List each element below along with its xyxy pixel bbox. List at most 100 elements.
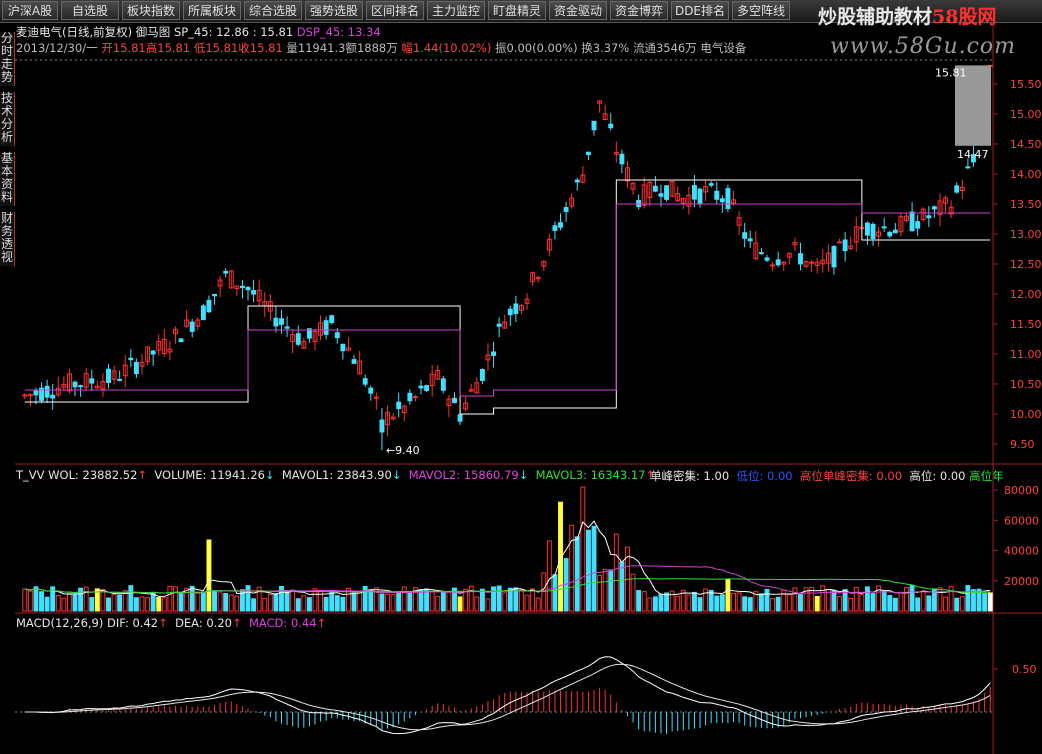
- side-tab-0[interactable]: 分时走势: [0, 32, 15, 86]
- candle-body: [574, 179, 580, 183]
- vol-single-peak: 单峰密集: 1.00: [650, 469, 730, 483]
- volume-bar: [569, 524, 575, 612]
- candle-body: [625, 167, 630, 182]
- volume-bar: [775, 596, 781, 612]
- toolbar-button-0[interactable]: 沪深A股: [2, 1, 58, 20]
- volume-bar: [223, 593, 229, 612]
- toolbar-button-10[interactable]: 资金博弈: [610, 1, 668, 20]
- volume-bar: [853, 587, 859, 612]
- candle-body: [234, 285, 240, 290]
- volume-bar: [513, 587, 519, 612]
- toolbar-button-2[interactable]: 板块指数: [122, 1, 180, 20]
- candle-body: [485, 354, 491, 361]
- stock-chart[interactable]: 15.50 15.00 14.50 14.00 13.50 13.00 12.50 12.00…: [0, 0, 1042, 754]
- toolbar-button-5[interactable]: 强势选股: [305, 1, 363, 20]
- toolbar-button-1[interactable]: 自选股: [61, 1, 119, 20]
- toolbar-button-9[interactable]: 资金驱动: [549, 1, 607, 20]
- volume-bar: [306, 597, 312, 612]
- macd-dif-line: [24, 656, 991, 735]
- candle-body: [591, 120, 597, 131]
- candle-body: [697, 188, 703, 205]
- volume-bar: [758, 593, 764, 612]
- volume-bar: [156, 597, 162, 612]
- volume-bar: [658, 593, 664, 612]
- volume-bar: [474, 596, 480, 612]
- candle-body: [814, 261, 820, 267]
- side-tab-1[interactable]: 技术分析: [0, 92, 15, 146]
- volume-bar: [468, 585, 474, 612]
- volume-bar: [920, 591, 926, 612]
- vol-high-pos: 高位: 0.00: [909, 469, 966, 483]
- candle-body: [44, 385, 50, 398]
- candle-body: [312, 330, 318, 342]
- volume-bar: [837, 596, 842, 612]
- volume-bar: [106, 597, 111, 612]
- volume-bar: [128, 585, 134, 612]
- volume-bar: [122, 590, 128, 612]
- candle-body: [636, 200, 642, 208]
- volume-bar: [742, 596, 748, 612]
- candle-body: [117, 378, 123, 381]
- volume-bar: [803, 587, 809, 612]
- candle-body: [206, 299, 212, 313]
- candle-body: [435, 369, 441, 380]
- side-tab-2[interactable]: 基本资料: [0, 152, 15, 206]
- candle-body: [546, 238, 552, 251]
- candle-body: [647, 182, 653, 198]
- volume-bar: [401, 586, 407, 612]
- volume-bar: [931, 588, 937, 612]
- candle-body: [971, 154, 976, 163]
- volume-bar: [971, 589, 976, 612]
- band-line-white: [24, 179, 991, 415]
- toolbar-button-6[interactable]: 区间排名: [366, 1, 424, 20]
- candle-body: [937, 200, 943, 216]
- volume-bar: [373, 587, 379, 612]
- candle-body: [959, 186, 965, 192]
- macd-dif: DIF: 0.42: [107, 616, 159, 630]
- candle-body: [859, 226, 865, 230]
- candle-body: [602, 113, 608, 120]
- box-price-label: 14.47: [957, 148, 989, 161]
- candle-body: [167, 348, 173, 353]
- volume-bar: [463, 588, 469, 612]
- volume-bar: [295, 598, 301, 612]
- volume-bar: [731, 592, 736, 612]
- toolbar-button-12[interactable]: 多空阵线: [732, 1, 790, 20]
- candle-body: [703, 186, 709, 193]
- bar-volume: 量11941.3: [286, 41, 346, 55]
- toolbar-button-4[interactable]: 综合选股: [244, 1, 302, 20]
- macd-header: MACD(12,26,9) DIF: 0.42↑ DEA: 0.20↑ MACD…: [16, 616, 327, 630]
- candle-body: [597, 100, 603, 104]
- volume-bar: [948, 586, 954, 612]
- volume-bar: [781, 589, 787, 612]
- candle-body: [189, 321, 195, 332]
- toolbar-button-8[interactable]: 盯盘精灵: [488, 1, 546, 20]
- volume-bar: [396, 591, 402, 612]
- candle-body: [691, 185, 697, 200]
- price-tick-label-12: 9.50: [1010, 438, 1035, 451]
- volume-bar: [909, 584, 915, 612]
- candle-body: [920, 208, 926, 220]
- toolbar-button-3[interactable]: 所属板块: [183, 1, 241, 20]
- volume-bar: [161, 597, 167, 612]
- side-tab-3[interactable]: 财务透视: [0, 212, 15, 266]
- volume-bar: [184, 587, 190, 612]
- volume-bar: [764, 588, 770, 612]
- volume-bar: [926, 595, 932, 612]
- vol-ma3-line: [24, 578, 991, 594]
- candle-body: [658, 193, 664, 197]
- candle-body: [256, 289, 262, 302]
- candle-body: [251, 290, 257, 295]
- candle-body: [892, 229, 898, 234]
- toolbar-button-7[interactable]: 主力监控: [427, 1, 485, 20]
- vol-tick-label-2: 40000: [1004, 545, 1039, 558]
- max-price-label: 15.81: [935, 66, 967, 79]
- volume-header: T_VV WOL: 23882.52↑ VOLUME: 11941.26↓ MA…: [16, 468, 656, 482]
- volume-bar: [546, 540, 552, 612]
- volume-bar: [825, 589, 831, 612]
- volume-bar: [94, 588, 100, 612]
- vol-mavol2: MAVOL2: 15860.79: [408, 468, 519, 482]
- toolbar-button-11[interactable]: DDE排名: [671, 1, 729, 20]
- volume-bar: [39, 591, 44, 612]
- volume-bar: [831, 590, 837, 612]
